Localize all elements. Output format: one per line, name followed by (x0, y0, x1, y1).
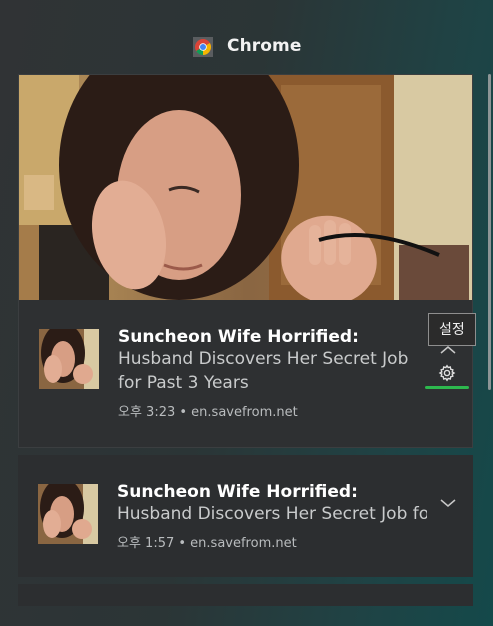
notification-meta: 오후 1:57 • en.savefrom.net (117, 536, 297, 551)
settings-focus-indicator (425, 386, 469, 389)
notification-body-line-1: Husband Discovers Her Secret Job fo (117, 504, 427, 524)
notification-content: Suncheon Wife Horrified: Husband Discove… (117, 482, 427, 551)
scrollbar[interactable] (488, 74, 491, 390)
chrome-icon (193, 37, 213, 57)
chevron-down-icon[interactable] (439, 497, 457, 509)
notification-title: Suncheon Wife Horrified: (118, 327, 359, 347)
notification-content: Suncheon Wife Horrified: Husband Discove… (118, 327, 408, 420)
notification-body-line-2: for Past 3 Years (118, 373, 249, 393)
notification-meta: 오후 3:23 • en.savefrom.net (118, 405, 298, 420)
settings-tooltip: 설정 (428, 313, 476, 346)
app-title: Chrome (227, 36, 302, 56)
notification-card-1[interactable]: Suncheon Wife Horrified: Husband Discove… (18, 74, 473, 448)
notification-thumbnail (39, 329, 99, 389)
notification-group-header: Chrome (0, 0, 493, 74)
notification-body-line-1: Husband Discovers Her Secret Job (118, 349, 409, 369)
notification-thumbnail (38, 484, 98, 544)
notification-title: Suncheon Wife Horrified: (117, 482, 358, 502)
notification-card-2[interactable]: Suncheon Wife Horrified: Husband Discove… (18, 455, 473, 577)
gear-icon[interactable] (438, 364, 456, 382)
hero-image (19, 75, 472, 300)
chevron-up-icon[interactable] (439, 344, 457, 356)
notification-card-3[interactable] (18, 584, 473, 606)
